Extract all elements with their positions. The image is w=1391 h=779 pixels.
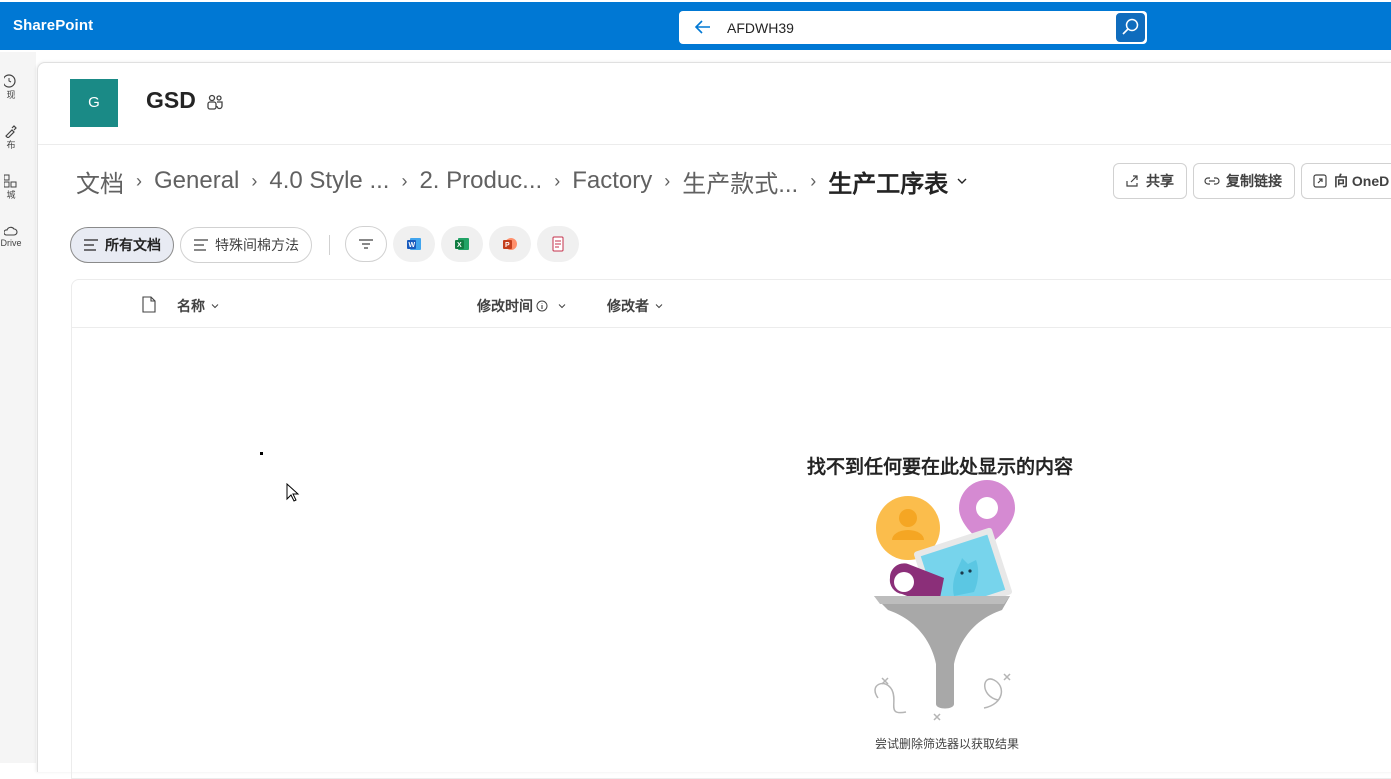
app-brand[interactable]: SharePoint	[13, 17, 93, 34]
view-special[interactable]: 特殊间棉方法	[180, 227, 312, 263]
document-list: 名称 修改时间 修改者	[71, 279, 1391, 779]
filter-word[interactable]: W	[393, 226, 435, 262]
list-icon	[194, 239, 208, 251]
column-modified[interactable]: 修改时间	[477, 296, 566, 316]
divider	[329, 235, 330, 255]
search-button[interactable]	[1116, 13, 1145, 42]
svg-text:X: X	[457, 242, 462, 249]
powerpoint-icon: P	[503, 238, 517, 250]
view-all-documents[interactable]: 所有文档	[70, 227, 174, 263]
column-modified-by[interactable]: 修改者	[607, 296, 663, 316]
chevron-right-icon: ›	[554, 170, 561, 191]
word-icon: W	[407, 238, 421, 250]
column-name[interactable]: 名称	[177, 296, 219, 316]
filter-button[interactable]	[345, 226, 387, 262]
rail-item-create[interactable]: 布	[0, 124, 22, 151]
rail-item-apps[interactable]: 城	[0, 174, 22, 201]
share-icon	[1126, 175, 1138, 187]
rail-label: 布	[6, 140, 16, 150]
cloud-icon	[4, 226, 18, 236]
create-icon	[5, 125, 17, 138]
breadcrumb-item[interactable]: 文档	[76, 164, 124, 199]
chevron-right-icon: ›	[810, 170, 817, 191]
breadcrumb-item[interactable]: Factory	[572, 167, 652, 195]
stray-dot	[260, 452, 263, 455]
main-content: G GSD 文档 › General › 4.0 Style ... › 2. …	[37, 62, 1391, 779]
teams-icon[interactable]	[206, 93, 224, 111]
rail-label: Drive	[0, 238, 22, 248]
svg-text:W: W	[409, 242, 416, 249]
view-special-label: 特殊间棉方法	[215, 237, 299, 253]
chevron-down-icon[interactable]	[956, 175, 968, 187]
breadcrumb-current[interactable]: 生产工序表	[828, 164, 948, 199]
rail-item-onedrive[interactable]: Drive	[0, 224, 22, 248]
search-input[interactable]: AFDWH39	[727, 20, 794, 36]
chevron-right-icon: ›	[401, 170, 408, 191]
chevron-down-icon	[655, 304, 663, 309]
list-header: 名称 修改时间 修改者	[72, 280, 1391, 328]
filter-powerpoint[interactable]: P	[489, 226, 531, 262]
empty-state-subtitle: 尝试删除筛选器以获取结果	[875, 737, 1020, 751]
home-icon	[4, 74, 16, 88]
share-button[interactable]: 共享	[1113, 163, 1187, 199]
share-label: 共享	[1146, 173, 1174, 189]
breadcrumb-item[interactable]: General	[154, 167, 239, 195]
site-title[interactable]: GSD	[146, 87, 196, 114]
open-external-icon	[1313, 174, 1327, 188]
rail-label: 现	[6, 90, 16, 100]
chevron-right-icon: ›	[664, 170, 671, 191]
list-icon	[84, 239, 98, 251]
view-all-label: 所有文档	[105, 237, 161, 253]
copy-link-button[interactable]: 复制链接	[1193, 163, 1295, 199]
breadcrumb-item[interactable]: 生产款式...	[682, 164, 798, 199]
add-to-onedrive-button[interactable]: 向 OneD	[1301, 163, 1391, 199]
filter-pdf[interactable]	[537, 226, 579, 262]
chevron-down-icon	[558, 304, 566, 309]
column-modified-label: 修改时间	[477, 298, 533, 314]
onedrive-label: 向 OneD	[1334, 173, 1390, 189]
chevron-right-icon: ›	[136, 170, 142, 191]
site-header: G GSD	[38, 63, 1391, 145]
svg-text:P: P	[505, 242, 510, 249]
back-arrow-icon[interactable]	[693, 17, 715, 37]
mouse-cursor-icon	[286, 483, 300, 502]
copy-link-label: 复制链接	[1226, 173, 1282, 189]
pdf-icon	[552, 236, 564, 252]
excel-icon: X	[455, 238, 469, 250]
breadcrumb-item[interactable]: 4.0 Style ...	[269, 167, 389, 195]
chevron-right-icon: ›	[251, 170, 258, 191]
app-rail: 现 布 城 Drive	[0, 52, 36, 763]
rail-label: 城	[6, 190, 16, 200]
column-name-label: 名称	[177, 298, 205, 314]
info-icon[interactable]	[536, 300, 548, 312]
filter-icon	[359, 239, 373, 249]
filter-excel[interactable]: X	[441, 226, 483, 262]
breadcrumb-item[interactable]: 2. Produc...	[419, 167, 542, 195]
site-logo[interactable]: G	[70, 79, 118, 127]
file-type-icon[interactable]	[142, 296, 156, 313]
suite-header: SharePoint AFDWH39	[0, 0, 1391, 50]
search-box[interactable]: AFDWH39	[679, 11, 1147, 44]
link-icon	[1204, 177, 1220, 185]
rail-item-home[interactable]: 现	[0, 74, 22, 101]
chevron-down-icon	[211, 304, 219, 309]
empty-state-title: 找不到任何要在此处显示的内容	[807, 457, 1074, 478]
column-modified-by-label: 修改者	[607, 298, 649, 314]
apps-icon	[4, 174, 17, 188]
search-icon	[1122, 18, 1139, 35]
breadcrumb: 文档 › General › 4.0 Style ... › 2. Produc…	[76, 164, 968, 199]
empty-filter-illustration	[874, 480, 1015, 721]
